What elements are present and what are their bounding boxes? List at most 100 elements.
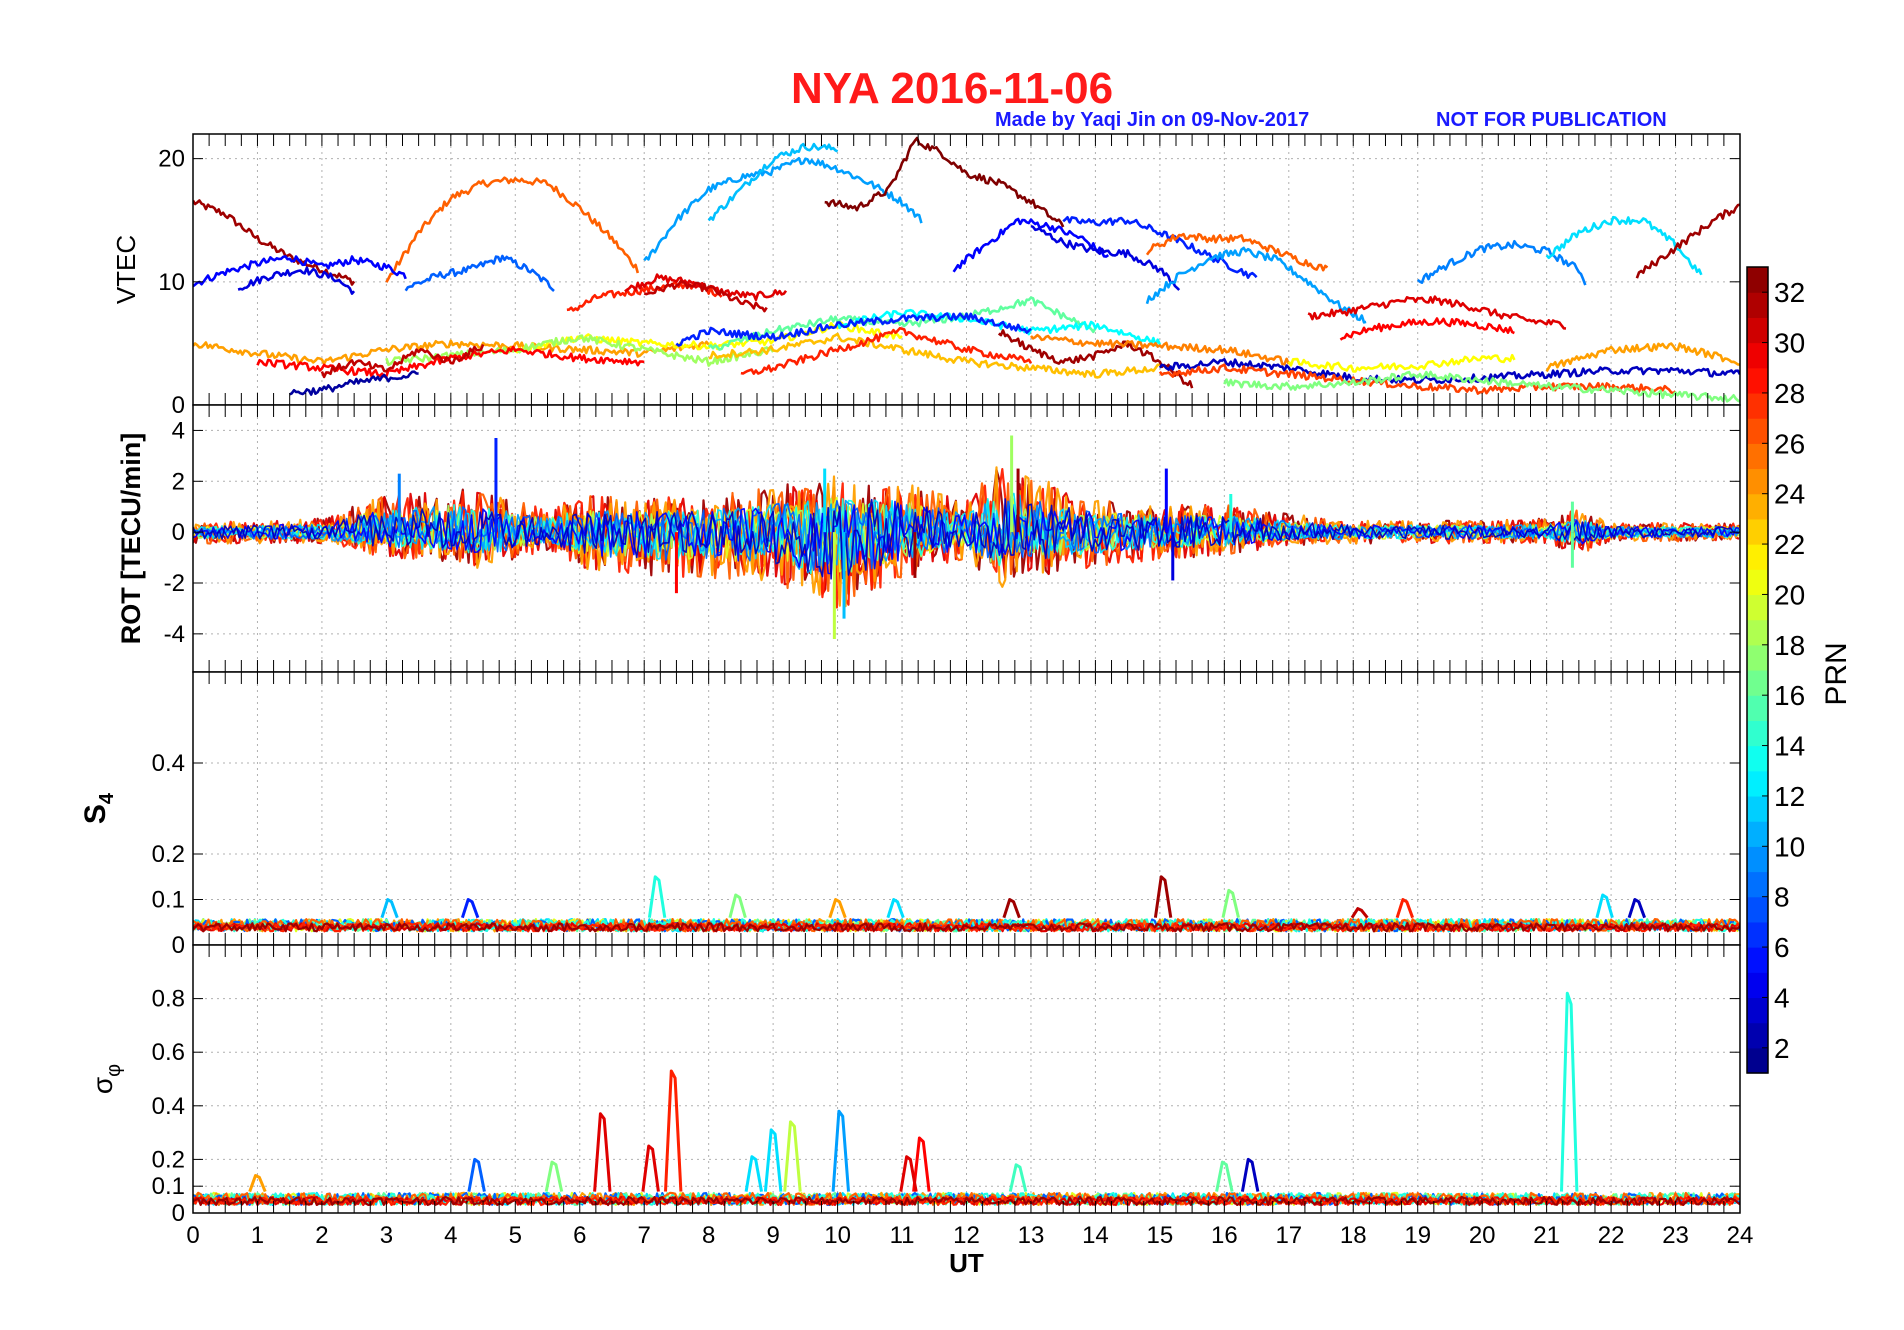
colorbar-label: PRN <box>1820 642 1853 705</box>
colorbar-band <box>1747 392 1768 419</box>
colorbar-band <box>1747 367 1768 394</box>
y-tick-label: 0.2 <box>152 1146 185 1173</box>
figure-canvas: 01020VTEC-4-2024ROT [TECU/min]00.10.20.4… <box>79 133 1853 1278</box>
colorbar-tick-label: 10 <box>1774 831 1805 862</box>
x-tick-label: 14 <box>1082 1222 1109 1249</box>
x-tick-label: 9 <box>766 1222 779 1249</box>
x-tick-label: 20 <box>1469 1222 1496 1249</box>
colorbar-band <box>1747 896 1768 923</box>
y-axis-label-sub: φ <box>103 1064 125 1077</box>
y-tick-label: 0.4 <box>152 750 185 777</box>
x-tick-label: 22 <box>1598 1222 1625 1249</box>
y-tick-label: 0.8 <box>152 986 185 1013</box>
colorbar-tick-label: 32 <box>1774 277 1805 308</box>
colorbar-band <box>1747 770 1768 797</box>
y-tick-label: 0 <box>172 1200 185 1227</box>
colorbar-tick-label: 24 <box>1774 479 1805 510</box>
y-axis-label: σφ <box>87 1064 125 1094</box>
x-tick-label: 21 <box>1533 1222 1560 1249</box>
colorbar-band <box>1747 720 1768 747</box>
x-tick-label: 10 <box>824 1222 851 1249</box>
x-tick-label: 1 <box>251 1222 264 1249</box>
colorbar: 2468101214161820222426283032PRN <box>1746 266 1853 1074</box>
plot-area <box>193 672 1740 945</box>
colorbar-tick-label: 14 <box>1774 731 1805 762</box>
x-tick-label: 11 <box>890 1222 915 1249</box>
y-tick-label: -2 <box>164 570 185 597</box>
y-tick-label: 2 <box>172 468 185 495</box>
y-axis-label: ROT [TECU/min] <box>116 433 146 644</box>
y-tick-label: 0.2 <box>152 841 185 868</box>
colorbar-band <box>1747 644 1768 671</box>
y-axis-label: VTEC <box>111 235 141 304</box>
colorbar-band <box>1747 821 1768 847</box>
x-tick-label: 7 <box>638 1222 651 1249</box>
colorbar-tick-label: 2 <box>1774 1033 1790 1064</box>
colorbar-band <box>1747 267 1768 293</box>
colorbar-tick-label: 6 <box>1774 932 1790 963</box>
panel-vtec: 0 10 20 VTEC <box>111 133 1741 419</box>
y-axis-label: S4 <box>79 792 118 824</box>
colorbar-band <box>1747 468 1768 495</box>
x-tick-label: 15 <box>1147 1222 1174 1249</box>
colorbar-band <box>1747 619 1768 646</box>
x-tick-label: 24 <box>1727 1222 1754 1249</box>
x-tick-label: 19 <box>1404 1222 1431 1249</box>
colorbar-band <box>1747 443 1768 470</box>
colorbar-band <box>1747 594 1768 621</box>
panel-rot: -4 -2 0 2 4 ROT [TECU/min] <box>116 404 1741 673</box>
y-tick-label: -4 <box>164 621 185 648</box>
x-axis-label: UT <box>949 1248 984 1278</box>
colorbar-band <box>1747 947 1768 973</box>
colorbar-band <box>1747 997 1768 1024</box>
colorbar-band <box>1747 544 1768 570</box>
x-tick-label: 23 <box>1662 1222 1689 1249</box>
y-tick-label: 4 <box>172 417 185 444</box>
colorbar-tick-label: 4 <box>1774 982 1790 1013</box>
colorbar-band <box>1747 518 1768 545</box>
panel-s4: 0 0.1 0.2 0.4 S4 <box>79 671 1741 959</box>
colorbar-tick-label: 12 <box>1774 781 1805 812</box>
x-tick-label: 13 <box>1018 1222 1045 1249</box>
x-tick-label: 6 <box>573 1222 586 1249</box>
x-tick-label: 12 <box>953 1222 980 1249</box>
colorbar-band <box>1747 972 1768 999</box>
colorbar-tick-label: 26 <box>1774 428 1805 459</box>
x-tick-label: 0 <box>186 1222 199 1249</box>
x-tick-label: 2 <box>315 1222 328 1249</box>
colorbar-band <box>1747 871 1768 898</box>
panel-sigma-phi: 00.10.20.40.60.8σφ0 1 2 3 4 5 6 7 8 9 10 11 12 13 14 15… <box>87 944 1754 1278</box>
colorbar-band <box>1747 493 1768 520</box>
colorbar-band <box>1747 292 1768 318</box>
y-tick-label: 10 <box>158 269 185 296</box>
colorbar-band <box>1747 1022 1768 1049</box>
x-tick-label: 18 <box>1340 1222 1367 1249</box>
colorbar-tick-label: 22 <box>1774 529 1805 560</box>
colorbar-tick-label: 28 <box>1774 378 1805 409</box>
colorbar-tick-label: 18 <box>1774 630 1805 661</box>
colorbar-band <box>1747 418 1768 444</box>
colorbar-band <box>1747 1047 1768 1074</box>
colorbar-tick-label: 30 <box>1774 328 1805 359</box>
y-tick-label: 0.4 <box>152 1093 185 1120</box>
colorbar-band <box>1747 342 1768 369</box>
colorbar-band <box>1747 569 1768 596</box>
colorbar-band <box>1747 745 1768 772</box>
colorbar-band <box>1747 695 1768 721</box>
colorbar-band <box>1747 670 1768 696</box>
colorbar-tick-label: 20 <box>1774 579 1805 610</box>
y-tick-label: 0 <box>172 392 185 419</box>
y-axis-label-sub: 4 <box>96 792 118 804</box>
y-tick-label: 0 <box>172 932 185 959</box>
colorbar-band <box>1747 795 1768 822</box>
x-tick-label: 4 <box>444 1222 457 1249</box>
y-tick-label: 20 <box>158 146 185 173</box>
x-tick-label: 8 <box>702 1222 715 1249</box>
y-tick-label: 0.6 <box>152 1039 185 1066</box>
x-tick-label: 3 <box>380 1222 393 1249</box>
colorbar-tick-label: 8 <box>1774 882 1790 913</box>
colorbar-band <box>1747 921 1768 948</box>
y-tick-label: 0 <box>172 519 185 546</box>
y-tick-label: 0.1 <box>152 1173 185 1200</box>
x-tick-label: 5 <box>509 1222 522 1249</box>
